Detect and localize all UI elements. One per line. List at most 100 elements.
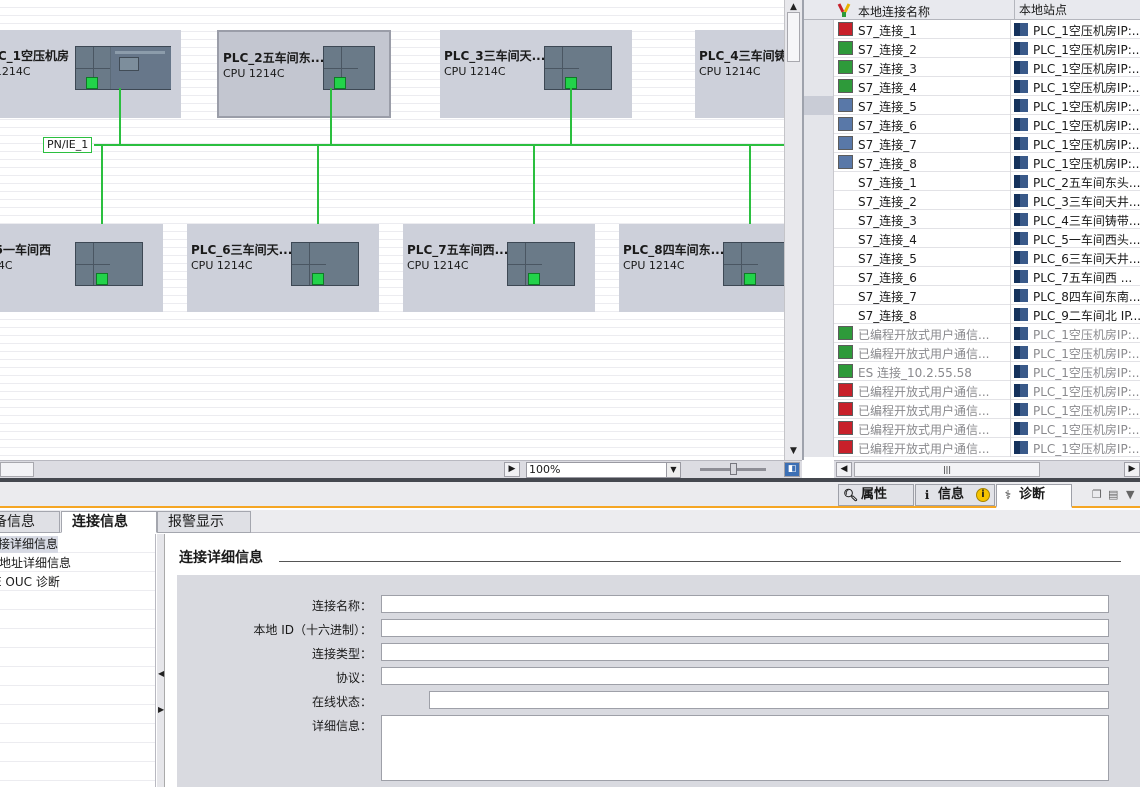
detail-info-field[interactable] [381, 715, 1109, 781]
chevron-down-icon[interactable]: ▼ [666, 463, 680, 477]
table-row[interactable]: 已编程开放式用户通信... PLC_1空压机房IP:... [804, 343, 1140, 362]
table-row[interactable]: S7_连接_4 PLC_1空压机房IP:... [804, 77, 1140, 96]
tree-item-ouc-diagnostics[interactable]: E OUC 诊断 [0, 574, 60, 591]
scroll-thumb[interactable] [787, 12, 800, 62]
table-row[interactable]: S7_连接_1 PLC_1空压机房IP:... [804, 20, 1140, 39]
table-row[interactable]: S7_连接_5 PLC_6三车间天井... [804, 248, 1140, 267]
table-row[interactable]: S7_连接_7 PLC_1空压机房IP:... [804, 134, 1140, 153]
row-header[interactable] [804, 39, 834, 58]
scroll-left-icon[interactable]: ◀ [836, 462, 852, 477]
restore-window-icon[interactable]: ❐ [1092, 488, 1102, 501]
table-row[interactable]: S7_连接_8 PLC_1空压机房IP:... [804, 153, 1140, 172]
row-header[interactable] [804, 381, 834, 400]
row-header[interactable] [804, 438, 834, 457]
protocol-field[interactable] [381, 667, 1109, 685]
row-header[interactable] [804, 77, 834, 96]
profinet-port-icon[interactable] [312, 273, 324, 285]
profinet-port-icon[interactable] [744, 273, 756, 285]
device-plc1[interactable]: PLC_1空压机房... CPU 1214C [0, 30, 181, 118]
table-row[interactable]: 已编程开放式用户通信... PLC_1空压机房IP:... [804, 324, 1140, 343]
table-scroll-thumb[interactable]: ||| [854, 462, 1040, 477]
row-header[interactable] [804, 362, 834, 381]
subtab-alarm-display[interactable]: 报警显示 [157, 511, 251, 533]
chevron-left-icon[interactable]: ◀ [158, 666, 164, 682]
row-header[interactable] [804, 153, 834, 172]
tab-diagnostics[interactable]: ⚕ 诊断 [996, 484, 1072, 508]
table-row[interactable]: S7_连接_4 PLC_5一车间西头... [804, 229, 1140, 248]
local-id-field[interactable] [381, 619, 1109, 637]
row-header[interactable] [804, 286, 834, 305]
table-row[interactable]: ES 连接_10.2.55.58 PLC_1空压机房IP:... [804, 362, 1140, 381]
chevron-right-icon[interactable]: ▶ [158, 702, 164, 718]
table-row[interactable]: S7_连接_1 PLC_2五车间东头... [804, 172, 1140, 191]
subtab-connection-info[interactable]: 连接信息 [61, 511, 157, 533]
online-status-field[interactable] [429, 691, 1109, 709]
scroll-right-icon[interactable]: ▶ [504, 462, 520, 477]
zoom-fit-icon[interactable]: ◧ [784, 462, 800, 477]
table-row[interactable]: S7_连接_5 PLC_1空压机房IP:... [804, 96, 1140, 115]
table-row[interactable]: S7_连接_3 PLC_1空压机房IP:... [804, 58, 1140, 77]
connection-name-field[interactable] [381, 595, 1109, 613]
minimize-panel-icon[interactable]: ▤ [1108, 488, 1118, 501]
row-header[interactable] [804, 419, 834, 438]
profinet-port-icon[interactable] [86, 77, 98, 89]
row-header[interactable] [804, 324, 834, 343]
table-row[interactable]: 已编程开放式用户通信... PLC_1空压机房IP:... [804, 438, 1140, 457]
row-header[interactable] [804, 229, 834, 248]
row-header[interactable] [804, 267, 834, 286]
connection-type-field[interactable] [381, 643, 1109, 661]
col-local-name[interactable]: 本地连接名称 [858, 3, 930, 20]
table-row[interactable]: S7_连接_2 PLC_1空压机房IP:... [804, 39, 1140, 58]
profinet-port-icon[interactable] [528, 273, 540, 285]
tree-item-address-details[interactable]: 本地址详细信息 [0, 555, 71, 572]
table-row[interactable]: S7_连接_8 PLC_9二车间北 IP... [804, 305, 1140, 324]
device-plc8[interactable]: PLC_8四车间东... CPU 1214C [619, 224, 784, 312]
row-header[interactable] [804, 305, 834, 324]
scroll-right-icon[interactable]: ▶ [1124, 462, 1140, 477]
table-row[interactable]: S7_连接_6 PLC_7五车间西 ... [804, 267, 1140, 286]
profinet-port-icon[interactable] [96, 273, 108, 285]
row-header[interactable] [804, 20, 834, 39]
row-header[interactable] [804, 172, 834, 191]
network-view[interactable]: PN/IE_1 PLC_1空压机房... CPU 1214C PLC_2五车间东… [0, 0, 784, 460]
row-header[interactable] [804, 248, 834, 267]
row-header[interactable] [804, 210, 834, 229]
tab-info[interactable]: ℹ︎ 信息 i [915, 484, 995, 506]
device-plc3[interactable]: PLC_3三车间天... CPU 1214C [440, 30, 632, 118]
table-row[interactable]: 已编程开放式用户通信... PLC_1空压机房IP:... [804, 381, 1140, 400]
subtab-device-info[interactable]: 备信息 [0, 511, 60, 533]
tab-properties[interactable]: 🔍︎ 属性 [838, 484, 914, 506]
tree-splitter[interactable]: ◀ ▶ [157, 534, 165, 787]
row-header[interactable] [804, 115, 834, 134]
row-header[interactable] [804, 96, 834, 115]
row-header[interactable] [804, 191, 834, 210]
chevron-down-icon[interactable]: ▼ [1126, 488, 1134, 501]
table-row[interactable]: 已编程开放式用户通信... PLC_1空压机房IP:... [804, 419, 1140, 438]
col-local-station[interactable]: 本地站点 [1014, 0, 1067, 20]
connection-table[interactable]: 本地连接名称 本地站点 S7_连接_1 PLC_1空压机房IP:... S7_连接_… [802, 0, 1140, 460]
zoom-select[interactable]: 100% ▼ [526, 462, 681, 478]
table-row[interactable]: S7_连接_2 PLC_3三车间天井... [804, 191, 1140, 210]
subnet-label[interactable]: PN/IE_1 [43, 137, 93, 153]
table-row[interactable]: S7_连接_3 PLC_4三车间铸带... [804, 210, 1140, 229]
station-icon [1014, 137, 1028, 150]
device-plc5[interactable]: PLC_5一车间西... CPU 1214C [0, 224, 163, 312]
row-header[interactable] [804, 343, 834, 362]
tree-item-connection-details[interactable]: 连接详细信息 [0, 536, 59, 553]
profinet-port-icon[interactable] [334, 77, 346, 89]
device-plc2[interactable]: PLC_2五车间东... CPU 1214C [217, 30, 391, 118]
network-vertical-scrollbar[interactable]: ▲ ▼ [784, 0, 802, 460]
table-row[interactable]: S7_连接_6 PLC_1空压机房IP:... [804, 115, 1140, 134]
row-header[interactable] [804, 58, 834, 77]
device-plc4[interactable]: PLC_4三车间铸... CPU 1214C [695, 30, 784, 118]
horizontal-scroll-thumb[interactable] [0, 462, 34, 477]
zoom-slider-knob[interactable] [730, 463, 737, 475]
row-header[interactable] [804, 134, 834, 153]
table-row[interactable]: 已编程开放式用户通信... PLC_1空压机房IP:... [804, 400, 1140, 419]
zoom-slider[interactable] [700, 463, 766, 475]
table-row[interactable]: S7_连接_7 PLC_8四车间东南... [804, 286, 1140, 305]
row-header[interactable] [804, 400, 834, 419]
scroll-down-icon[interactable]: ▼ [785, 444, 802, 458]
device-plc6[interactable]: PLC_6三车间天... CPU 1214C [187, 224, 379, 312]
device-plc7[interactable]: PLC_7五车间西... CPU 1214C [403, 224, 595, 312]
